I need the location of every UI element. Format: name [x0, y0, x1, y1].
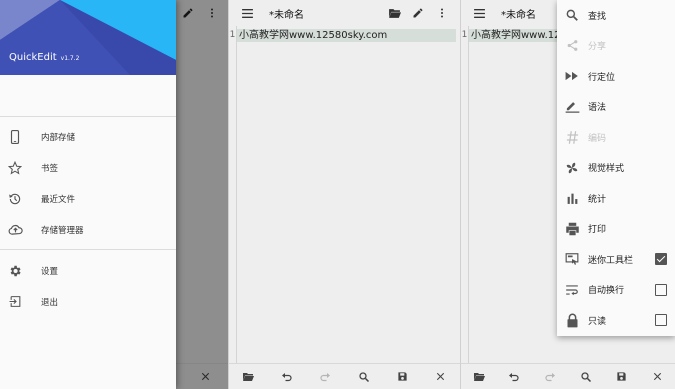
close-icon[interactable] — [646, 366, 668, 388]
menu-item-share[interactable]: 分享 — [557, 31, 675, 62]
drawer-item-exit[interactable]: 退出 — [0, 286, 176, 317]
cloud-upload-icon — [0, 223, 30, 236]
editor-pane-1: *未命名 1 小高教学网www.12580sky.com — [228, 0, 460, 389]
drawer-header: QuickEdit v1.7.2 — [0, 0, 176, 75]
text-line[interactable]: 小高教学网www.12580sky.com — [237, 29, 456, 42]
document-title: *未命名 — [269, 9, 304, 21]
drawer-divider — [0, 116, 176, 117]
more-vert-icon[interactable] — [430, 1, 454, 25]
close-icon[interactable] — [430, 366, 452, 388]
menu-item-find[interactable]: 查找 — [557, 0, 675, 31]
storage-list: 内部存储 书签 最近文件 存储管理器 — [0, 121, 176, 245]
undo-icon[interactable] — [276, 366, 298, 388]
overflow-menu: 查找 分享 行定位 语法 编码 视觉样式 统计 打印 迷你工具栏 自动换行 只读 — [557, 0, 675, 336]
fast-forward-icon — [557, 71, 587, 81]
editor-bottombar — [461, 363, 675, 389]
history-icon — [0, 192, 30, 206]
menu-item-read-only[interactable]: 只读 — [557, 305, 675, 336]
wrap-icon — [557, 284, 587, 296]
navigation-drawer: QuickEdit v1.7.2 内部存储 书签 最近文件 存储管理器 设置 退出 — [0, 0, 176, 389]
drawer-item-storage-manager[interactable]: 存储管理器 — [0, 214, 176, 245]
open-folder-icon[interactable] — [468, 366, 490, 388]
exit-icon — [0, 295, 30, 308]
save-icon[interactable] — [391, 366, 413, 388]
menu-item-print[interactable]: 打印 — [557, 214, 675, 245]
header-background — [0, 0, 176, 75]
printer-icon — [557, 222, 587, 236]
menu-item-word-wrap[interactable]: 自动换行 — [557, 275, 675, 306]
drawer-item-settings[interactable]: 设置 — [0, 255, 176, 286]
document-title: *未命名 — [501, 9, 536, 21]
phone-icon — [0, 129, 30, 144]
search-icon[interactable] — [575, 366, 597, 388]
pen-icon — [557, 100, 587, 113]
bar-chart-icon — [557, 192, 587, 205]
mini-toolbar-checkbox[interactable] — [655, 253, 667, 265]
gear-icon — [0, 264, 30, 278]
hash-icon — [557, 130, 587, 145]
menu-item-syntax[interactable]: 语法 — [557, 92, 675, 123]
drawer-item-bookmarks[interactable]: 书签 — [0, 152, 176, 183]
pinwheel-icon — [557, 161, 587, 175]
search-icon — [557, 8, 587, 22]
menu-icon[interactable] — [235, 1, 259, 25]
search-icon[interactable] — [353, 366, 375, 388]
menu-item-goto-line[interactable]: 行定位 — [557, 61, 675, 92]
menu-item-mini-toolbar[interactable]: 迷你工具栏 — [557, 244, 675, 275]
lock-icon — [557, 313, 587, 328]
share-icon — [557, 39, 587, 52]
drawer-scrim[interactable] — [176, 0, 228, 389]
line-number-gutter: 1 — [229, 26, 237, 363]
line-number-gutter: 1 — [461, 26, 469, 363]
word-wrap-checkbox[interactable] — [655, 283, 667, 296]
app-list: 设置 退出 — [0, 255, 176, 317]
editor-bottombar — [229, 363, 460, 389]
star-icon — [0, 160, 30, 175]
menu-item-statistics[interactable]: 统计 — [557, 183, 675, 214]
drawer-item-recent-files[interactable]: 最近文件 — [0, 183, 176, 214]
edit-icon[interactable] — [406, 1, 430, 25]
drawer-item-internal-storage[interactable]: 内部存储 — [0, 121, 176, 152]
redo-icon[interactable] — [314, 366, 336, 388]
menu-item-visual-style[interactable]: 视觉样式 — [557, 153, 675, 184]
menu-icon[interactable] — [467, 1, 491, 25]
redo-icon[interactable] — [539, 366, 561, 388]
menu-item-encoding[interactable]: 编码 — [557, 122, 675, 153]
drawer-divider — [0, 249, 176, 250]
folder-open-icon[interactable] — [382, 1, 406, 25]
editor-toolbar: *未命名 — [229, 0, 460, 26]
open-folder-icon[interactable] — [237, 366, 259, 388]
mini-toolbar-icon — [557, 252, 587, 266]
save-icon[interactable] — [610, 366, 632, 388]
read-only-checkbox[interactable] — [655, 314, 667, 326]
app-name: QuickEdit v1.7.2 — [9, 52, 80, 63]
undo-icon[interactable] — [503, 366, 525, 388]
